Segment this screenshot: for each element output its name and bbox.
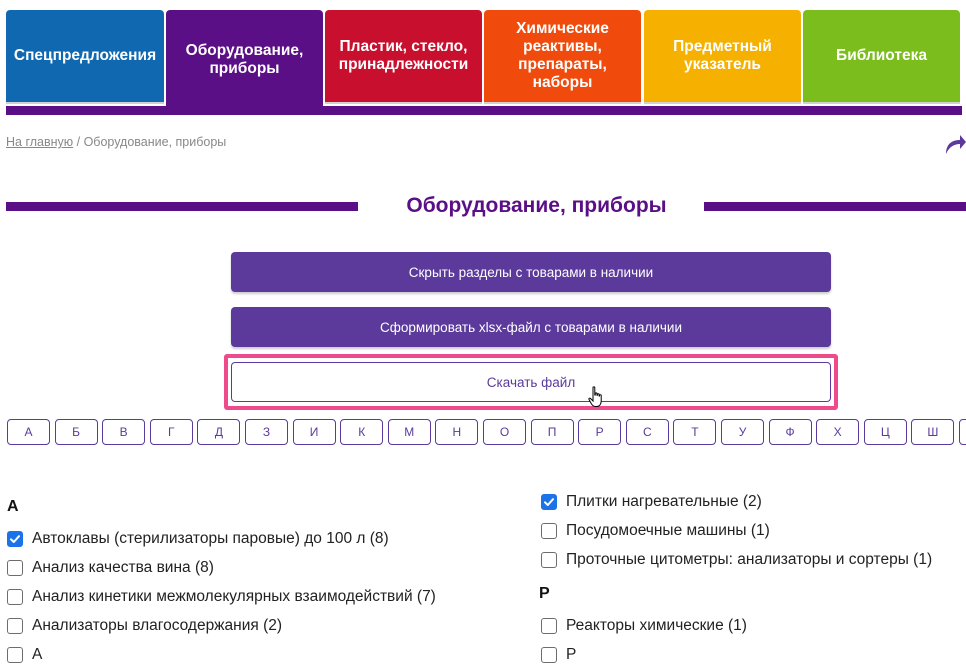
category-label: Анализ кинетики межмолекулярных взаимоде…	[32, 588, 436, 605]
title-rule-left	[6, 202, 358, 211]
tab-plastic-glass[interactable]: Пластик, стекло, принадлежности	[325, 10, 482, 102]
nav-underline	[6, 106, 962, 115]
letter-filter-button-overflow[interactable]	[959, 419, 966, 445]
checkbox[interactable]	[7, 589, 23, 605]
tab-label: Химические реактивы, препараты, наборы	[516, 20, 609, 91]
category-checkbox-item[interactable]: Плитки нагревательные (2)	[541, 493, 762, 511]
letter-filter-button[interactable]: Б	[54, 419, 98, 445]
letter-filter-button[interactable]: М	[387, 419, 431, 445]
group-heading-a: А	[7, 498, 19, 515]
breadcrumb-separator: /	[73, 135, 84, 149]
letter-filter-button[interactable]: К	[340, 419, 384, 445]
letter-filter-button[interactable]: Х	[816, 419, 860, 445]
tab-label: Спецпредложения	[13, 47, 157, 64]
checkbox[interactable]	[541, 494, 557, 510]
tab-label: Предметный указатель	[673, 38, 772, 73]
category-checkbox-item[interactable]: Анализаторы влагосодержания (2)	[7, 617, 282, 635]
checkmark-icon	[10, 535, 20, 543]
tab-label: Оборудование, приборы	[185, 42, 304, 77]
tab-special-offers[interactable]: Спецпредложения	[6, 10, 164, 102]
letter-filter-button[interactable]: О	[483, 419, 526, 445]
letter-filter-button[interactable]: И	[292, 419, 336, 445]
category-checkbox-item[interactable]: Реакторы химические (1)	[541, 617, 747, 635]
letter-filter-button[interactable]: Т	[673, 419, 717, 445]
share-arrow-icon[interactable]	[944, 132, 966, 156]
category-label: Автоклавы (стерилизаторы паровые) до 100…	[32, 530, 389, 547]
category-label: Реакторы химические (1)	[566, 617, 747, 634]
letter-filter-button[interactable]: Ц	[863, 419, 907, 445]
tab-subject-index[interactable]: Предметный указатель	[644, 10, 801, 102]
checkbox[interactable]	[7, 560, 23, 576]
page-title: Оборудование, приборы	[406, 194, 667, 217]
tab-library[interactable]: Библиотека	[803, 10, 960, 102]
letter-filter-button[interactable]: Д	[197, 419, 241, 445]
group-heading-r: Р	[539, 585, 550, 602]
tab-chemicals[interactable]: Химические реактивы, препараты, наборы	[484, 10, 641, 102]
letter-filter-button[interactable]: Ф	[768, 419, 812, 445]
letter-filter-button[interactable]: У	[721, 419, 764, 445]
category-label: Проточные цитометры: анализаторы и сорте…	[566, 551, 933, 568]
checkbox[interactable]	[7, 647, 23, 663]
hand-pointer-icon	[588, 386, 604, 408]
letter-filter-button[interactable]: Ш	[911, 419, 955, 445]
category-label: Р	[566, 646, 577, 663]
checkmark-icon	[544, 498, 554, 506]
breadcrumb-home-link[interactable]: На главную	[6, 135, 73, 149]
tab-equipment[interactable]: Оборудование, приборы	[166, 10, 323, 110]
download-file-button[interactable]: Скачать файл	[231, 362, 831, 402]
category-checkbox-item[interactable]: Р	[541, 646, 576, 664]
breadcrumb-current: Оборудование, приборы	[83, 135, 227, 149]
hide-sections-button[interactable]: Скрыть разделы с товарами в наличии	[231, 252, 831, 292]
checkbox[interactable]	[541, 618, 557, 634]
letter-filter-button[interactable]: В	[102, 419, 146, 445]
letter-filter-button[interactable]: Р	[578, 419, 622, 445]
category-label: А	[32, 646, 43, 663]
checkbox[interactable]	[541, 552, 557, 568]
checkbox[interactable]	[541, 523, 557, 539]
category-checkbox-item[interactable]: А	[7, 646, 42, 664]
checkbox[interactable]	[7, 531, 23, 547]
letter-filter-button[interactable]: З	[245, 419, 288, 445]
make-xlsx-button[interactable]: Сформировать xlsx-файл с товарами в нали…	[231, 307, 831, 347]
letter-filter-button[interactable]: Н	[435, 419, 479, 445]
category-checkbox-item[interactable]: Автоклавы (стерилизаторы паровые) до 100…	[7, 530, 389, 548]
main-navigation: Спецпредложения Оборудование, приборы Пл…	[0, 0, 966, 116]
tab-label: Библиотека	[836, 47, 927, 64]
letter-filter-button[interactable]: П	[530, 419, 574, 445]
category-checkbox-item[interactable]: Проточные цитометры: анализаторы и сорте…	[541, 551, 932, 569]
title-rule-right	[704, 202, 966, 211]
category-label: Плитки нагревательные (2)	[566, 493, 762, 510]
category-checkbox-item[interactable]: Посудомоечные машины (1)	[541, 522, 770, 540]
category-label: Анализ качества вина (8)	[32, 559, 214, 576]
breadcrumb: На главную / Оборудование, приборы	[6, 135, 226, 149]
checkbox[interactable]	[7, 618, 23, 634]
checkbox[interactable]	[541, 647, 557, 663]
letter-filter-button[interactable]: А	[7, 419, 50, 445]
letter-filter-button[interactable]: С	[625, 419, 669, 445]
category-label: Анализаторы влагосодержания (2)	[32, 617, 283, 634]
alphabet-filter: АБВГДЗИКМНОПРСТУФХЦШ	[7, 419, 966, 447]
category-checkbox-item[interactable]: Анализ кинетики межмолекулярных взаимоде…	[7, 588, 436, 606]
letter-filter-button[interactable]: Г	[149, 419, 193, 445]
category-label: Посудомоечные машины (1)	[566, 522, 770, 539]
tab-label: Пластик, стекло, принадлежности	[338, 38, 469, 73]
category-checkbox-item[interactable]: Анализ качества вина (8)	[7, 559, 214, 577]
title-row: Оборудование, приборы	[6, 190, 966, 224]
